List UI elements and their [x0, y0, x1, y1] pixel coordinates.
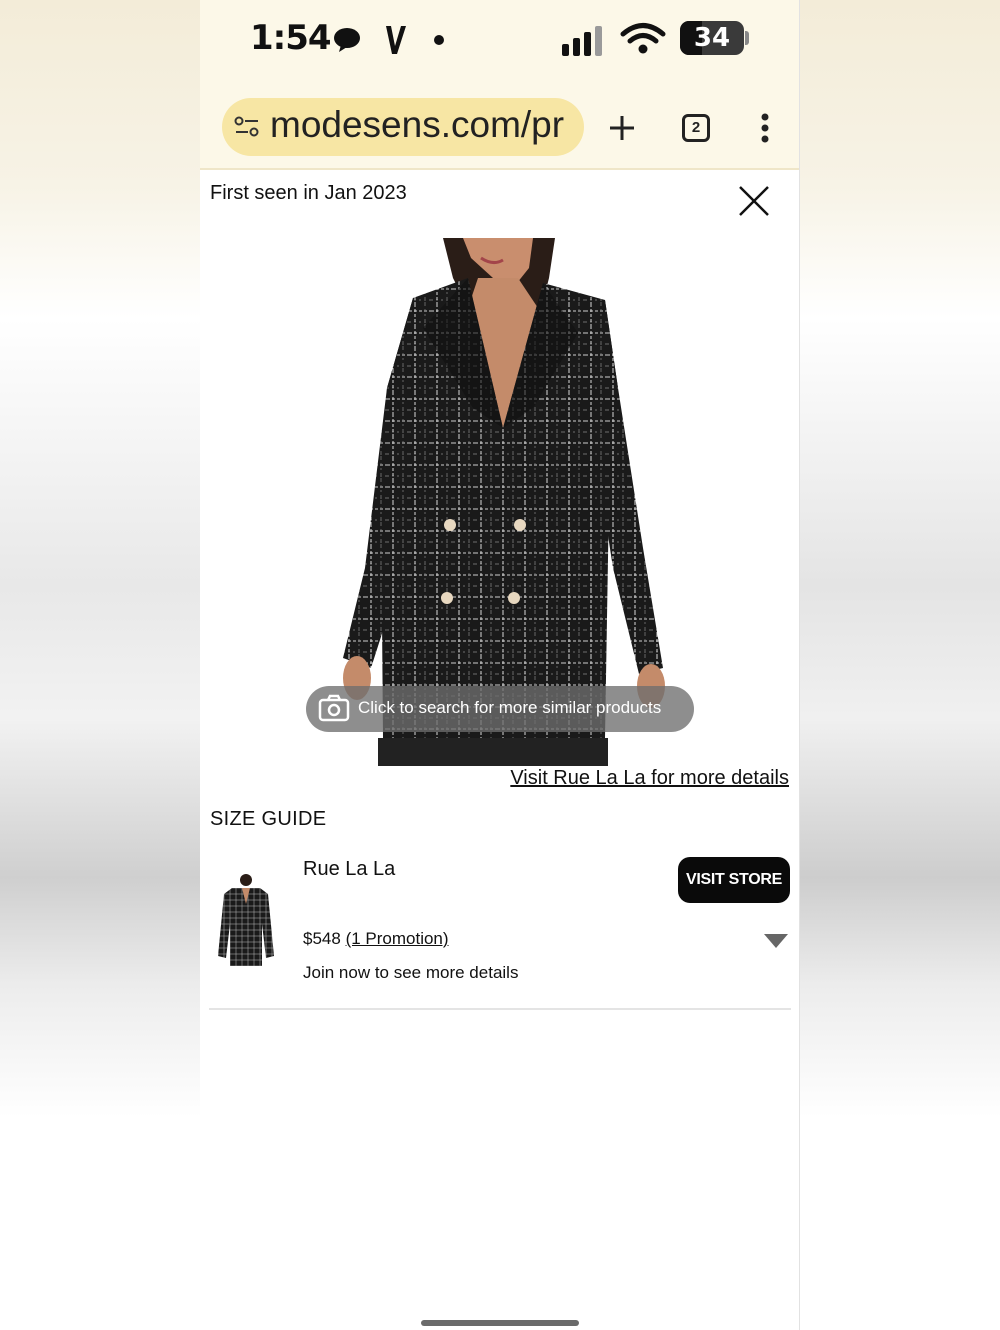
v-app-icon [386, 26, 406, 54]
price-line: $548 (1 Promotion) [303, 929, 449, 949]
store-product-thumbnail [218, 874, 274, 966]
dot-icon [434, 35, 444, 45]
search-similar-label: Click to search for more similar product… [358, 698, 662, 717]
status-bar: 1:54 34 [200, 0, 799, 92]
address-bar[interactable]: modesens.com/pr [222, 98, 584, 156]
background-blur-left [0, 0, 200, 1330]
visit-store-button[interactable]: VISIT STORE [678, 857, 790, 903]
size-guide-heading[interactable]: SIZE GUIDE [210, 808, 326, 831]
price-value: $548 [303, 929, 341, 948]
join-now-text: Join now to see more details [303, 963, 519, 982]
divider [209, 1008, 791, 1010]
battery-tip [745, 31, 749, 45]
wifi-icon [620, 23, 666, 54]
status-time: 1:54 [250, 18, 332, 58]
phone-screen: 1:54 34 modesens.com/pr 2 First seen in … [200, 0, 800, 1330]
search-similar-button[interactable]: Click to search for more similar product… [306, 686, 694, 732]
more-menu-icon[interactable] [760, 112, 770, 144]
signal-icon [562, 26, 602, 56]
url-text[interactable]: modesens.com/pr [270, 104, 564, 146]
browser-toolbar: modesens.com/pr 2 [200, 92, 799, 170]
close-icon[interactable] [736, 183, 772, 219]
battery-icon: 34 [680, 21, 744, 55]
new-tab-plus-icon[interactable] [608, 114, 636, 142]
expand-caret-icon[interactable] [764, 934, 788, 948]
home-indicator[interactable] [421, 1320, 579, 1326]
tab-switcher-icon[interactable]: 2 [682, 114, 710, 142]
first-seen-label: First seen in Jan 2023 [210, 182, 407, 204]
store-name: Rue La La [303, 858, 396, 880]
background-blur-right [800, 0, 1000, 1330]
visit-store-link[interactable]: Visit Rue La La for more details [510, 767, 789, 790]
battery-level: 34 [693, 23, 731, 53]
chat-bubble-icon [334, 28, 360, 52]
camera-icon [318, 694, 350, 722]
site-settings-icon[interactable] [234, 116, 260, 138]
promotion-link[interactable]: (1 Promotion) [346, 929, 449, 948]
